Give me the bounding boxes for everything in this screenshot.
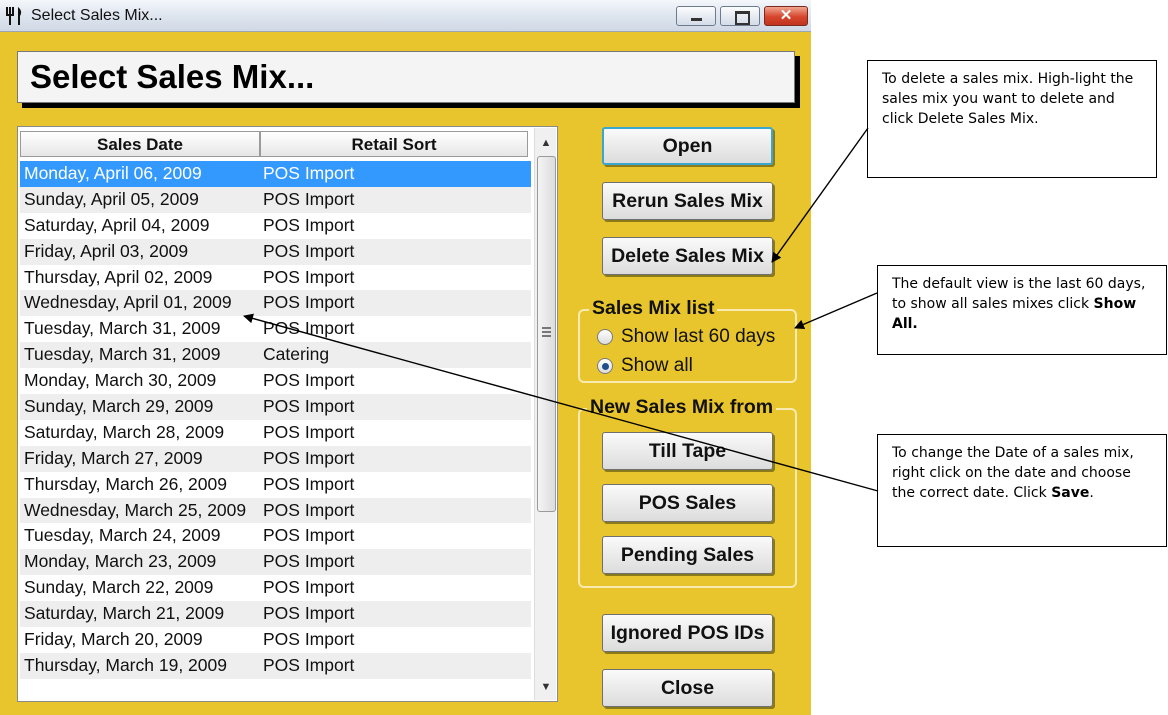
arrow-to-date-cell bbox=[243, 313, 879, 492]
arrow-to-delete-button bbox=[771, 127, 869, 263]
callout-arrows bbox=[243, 127, 879, 492]
arrow-to-show-all bbox=[794, 292, 878, 330]
